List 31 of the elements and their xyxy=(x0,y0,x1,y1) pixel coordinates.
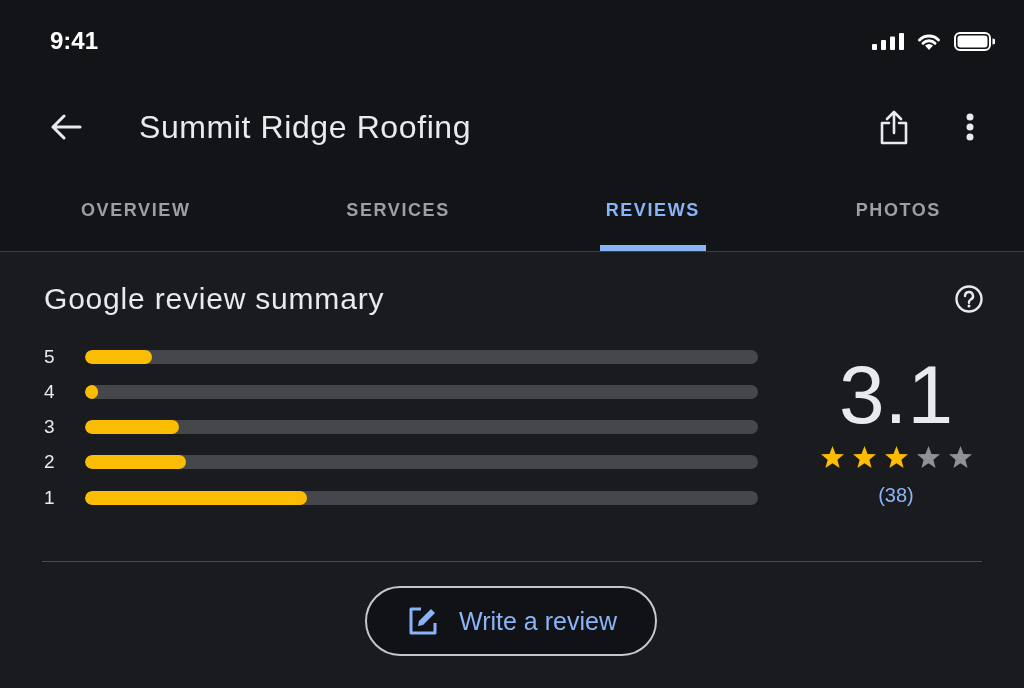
wifi-icon xyxy=(917,32,941,50)
star-icon xyxy=(851,446,877,470)
star-level-label: 5 xyxy=(44,345,56,368)
tab[interactable]: SERVICES xyxy=(340,172,456,251)
back-button[interactable] xyxy=(50,114,82,140)
star-icon xyxy=(947,446,973,470)
share-button[interactable] xyxy=(879,109,909,145)
section-heading: Google review summary xyxy=(44,282,385,316)
average-rating: 3.1 xyxy=(839,354,953,436)
star-icon xyxy=(819,446,845,470)
star-level-label: 2 xyxy=(44,451,56,474)
battery-icon xyxy=(954,31,995,51)
edit-icon xyxy=(407,605,440,638)
signal-icon xyxy=(872,32,904,50)
review-count-link[interactable]: (38) xyxy=(878,483,914,507)
tab[interactable]: OVERVIEW xyxy=(75,172,197,251)
back-arrow-icon xyxy=(50,114,82,140)
share-icon xyxy=(879,109,909,145)
help-icon xyxy=(955,285,983,313)
star-level-label: 1 xyxy=(44,486,56,509)
star-level-label: 3 xyxy=(44,416,56,439)
tab[interactable]: PHOTOS xyxy=(849,172,947,251)
star-icon xyxy=(883,446,909,470)
status-time: 9:41 xyxy=(50,27,99,55)
more-vertical-icon xyxy=(966,113,974,141)
star-level-label: 4 xyxy=(44,380,56,403)
page-title: Summit Ridge Roofing xyxy=(139,108,472,146)
star-icon xyxy=(915,446,941,470)
more-options-button[interactable] xyxy=(966,113,974,141)
write-review-button[interactable]: Write a review xyxy=(365,586,657,657)
help-button[interactable] xyxy=(955,285,983,313)
